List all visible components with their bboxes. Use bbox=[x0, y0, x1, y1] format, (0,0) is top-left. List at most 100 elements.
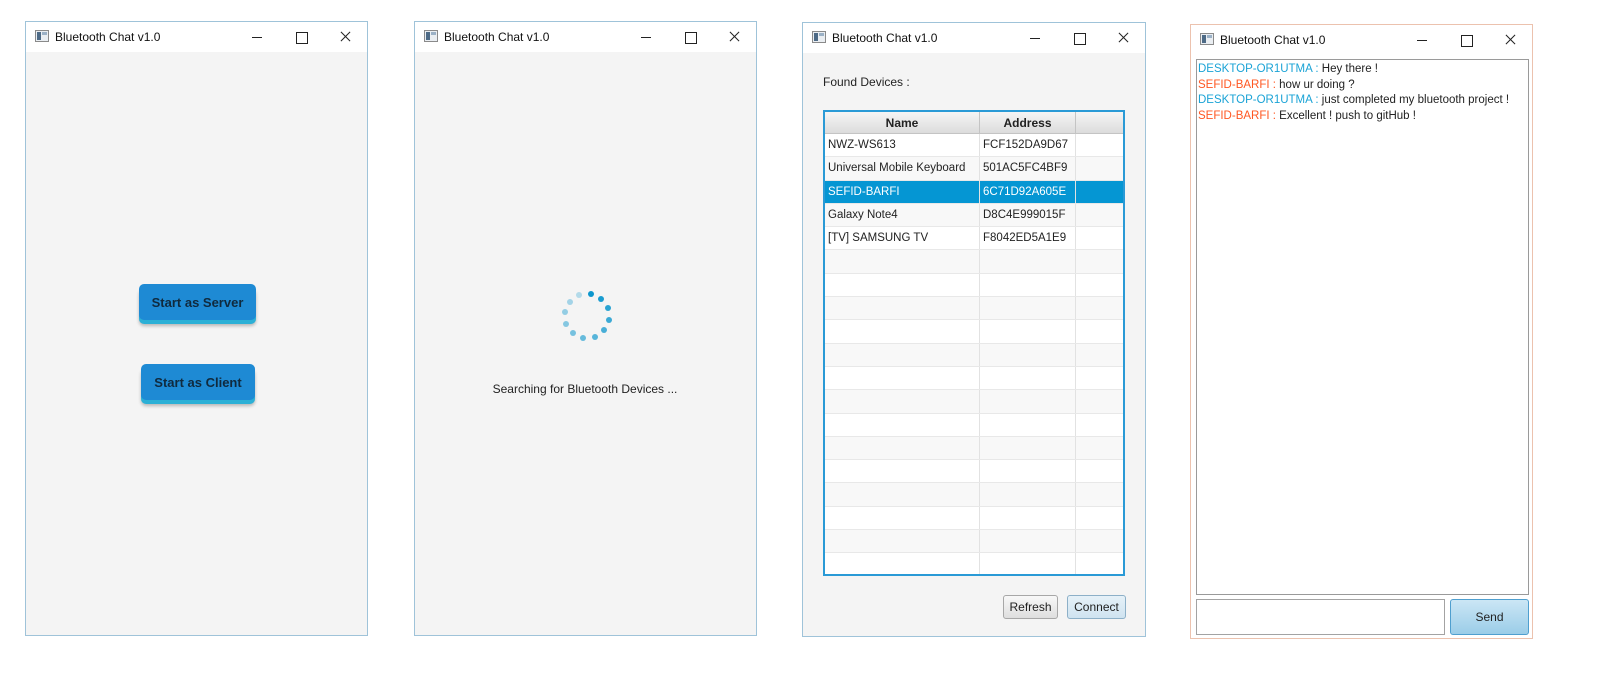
device-name-cell: SEFID-BARFI bbox=[825, 180, 980, 203]
message-input[interactable] bbox=[1196, 599, 1445, 635]
close-icon[interactable] bbox=[1101, 23, 1145, 53]
device-name-cell bbox=[825, 320, 980, 343]
filler-cell bbox=[1076, 204, 1123, 226]
device-name-cell: Galaxy Note4 bbox=[825, 203, 980, 227]
table-row[interactable] bbox=[825, 320, 1123, 344]
title-bar[interactable]: Bluetooth Chat v1.0 bbox=[415, 22, 756, 52]
filler-cell bbox=[1076, 157, 1123, 179]
app-icon bbox=[1200, 33, 1214, 45]
device-name-cell bbox=[825, 390, 980, 413]
table-row[interactable] bbox=[825, 460, 1123, 484]
table-row[interactable] bbox=[825, 506, 1123, 531]
send-button[interactable]: Send bbox=[1450, 599, 1529, 635]
table-row[interactable] bbox=[825, 553, 1123, 574]
device-address-cell bbox=[980, 250, 1076, 273]
close-icon[interactable] bbox=[323, 22, 367, 52]
device-name-cell bbox=[825, 273, 980, 297]
table-row[interactable] bbox=[825, 343, 1123, 367]
device-address-cell bbox=[980, 390, 1076, 413]
spinner-dot bbox=[569, 329, 576, 336]
chat-message: DESKTOP-OR1UTMA : just completed my blue… bbox=[1198, 93, 1527, 109]
filler-cell bbox=[1076, 553, 1123, 574]
filler-cell bbox=[1076, 250, 1123, 272]
device-address-cell bbox=[980, 530, 1076, 553]
table-row[interactable] bbox=[825, 273, 1123, 298]
minimize-icon[interactable] bbox=[235, 22, 279, 52]
title-bar[interactable]: Bluetooth Chat v1.0 bbox=[1191, 25, 1532, 55]
window-title: Bluetooth Chat v1.0 bbox=[832, 31, 938, 45]
connect-button[interactable]: Connect bbox=[1067, 595, 1126, 619]
spinner-dot bbox=[591, 333, 598, 340]
device-address-cell bbox=[980, 436, 1076, 460]
table-row[interactable]: [TV] SAMSUNG TV F8042ED5A1E9 bbox=[825, 227, 1123, 251]
device-address-cell bbox=[980, 553, 1076, 574]
searching-status-text: Searching for Bluetooth Devices ... bbox=[492, 382, 678, 396]
app-icon bbox=[35, 30, 49, 42]
start-as-server-button[interactable]: Start as Server bbox=[139, 284, 256, 320]
filler-cell bbox=[1076, 437, 1123, 459]
maximize-icon[interactable] bbox=[668, 22, 712, 52]
table-row[interactable]: SEFID-BARFI 6C71D92A605E bbox=[825, 180, 1123, 204]
table-row[interactable] bbox=[825, 436, 1123, 461]
device-name-cell bbox=[825, 553, 980, 574]
device-name-cell bbox=[825, 366, 980, 390]
devices-table[interactable]: Name Address NWZ-WS613 FCF152DA9D67 Univer… bbox=[823, 110, 1125, 576]
spinner-dot bbox=[587, 291, 594, 298]
device-name-cell bbox=[825, 413, 980, 436]
refresh-button[interactable]: Refresh bbox=[1003, 595, 1058, 619]
device-name-cell bbox=[825, 250, 980, 273]
window-searching: Bluetooth Chat v1.0 Searching for Blueto… bbox=[414, 21, 757, 636]
window-devices: Bluetooth Chat v1.0 Found Devices : Name… bbox=[802, 22, 1146, 637]
table-row[interactable] bbox=[825, 530, 1123, 554]
filler-cell bbox=[1076, 414, 1123, 436]
window-chat: Bluetooth Chat v1.0 DESKTOP-OR1UTMA : He… bbox=[1190, 24, 1533, 639]
device-address-cell: D8C4E999015F bbox=[980, 203, 1076, 227]
spinner-dot bbox=[604, 305, 611, 312]
filler-cell bbox=[1076, 483, 1123, 505]
title-bar[interactable]: Bluetooth Chat v1.0 bbox=[26, 22, 367, 52]
maximize-icon[interactable] bbox=[279, 22, 323, 52]
minimize-icon[interactable] bbox=[1400, 25, 1444, 55]
table-row[interactable]: Galaxy Note4 D8C4E999015F bbox=[825, 203, 1123, 228]
message-sender: DESKTOP-OR1UTMA : bbox=[1198, 63, 1319, 75]
table-row[interactable] bbox=[825, 413, 1123, 437]
filler-cell bbox=[1076, 460, 1123, 482]
table-row[interactable] bbox=[825, 250, 1123, 274]
minimize-icon[interactable] bbox=[624, 22, 668, 52]
table-row[interactable]: Universal Mobile Keyboard 501AC5FC4BF9 bbox=[825, 157, 1123, 181]
filler-cell bbox=[1076, 507, 1123, 529]
start-as-client-button[interactable]: Start as Client bbox=[141, 364, 255, 400]
loading-spinner-icon bbox=[555, 284, 619, 348]
message-sender: SEFID-BARFI : bbox=[1198, 78, 1276, 91]
table-row[interactable]: NWZ-WS613 FCF152DA9D67 bbox=[825, 134, 1123, 158]
spinner-dot bbox=[600, 327, 607, 334]
device-address-cell bbox=[980, 320, 1076, 343]
device-name-cell bbox=[825, 530, 980, 553]
filler-cell bbox=[1076, 367, 1123, 389]
device-address-cell bbox=[980, 366, 1076, 390]
message-text: just completed my bluetooth project ! bbox=[1318, 94, 1510, 106]
title-bar[interactable]: Bluetooth Chat v1.0 bbox=[803, 23, 1145, 53]
table-row[interactable] bbox=[825, 390, 1123, 414]
device-address-cell bbox=[980, 273, 1076, 297]
maximize-icon[interactable] bbox=[1057, 23, 1101, 53]
device-address-cell bbox=[980, 413, 1076, 436]
minimize-icon[interactable] bbox=[1013, 23, 1057, 53]
filler-cell bbox=[1076, 274, 1123, 296]
device-name-cell bbox=[825, 483, 980, 506]
table-row[interactable] bbox=[825, 483, 1123, 507]
chat-message: SEFID-BARFI : Excellent ! push to gitHub… bbox=[1198, 109, 1527, 125]
maximize-icon[interactable] bbox=[1444, 25, 1488, 55]
close-icon[interactable] bbox=[1488, 25, 1532, 55]
device-address-cell bbox=[980, 506, 1076, 530]
table-row[interactable] bbox=[825, 366, 1123, 391]
column-header-name[interactable]: Name bbox=[825, 112, 980, 133]
column-header-address[interactable]: Address bbox=[980, 112, 1076, 133]
device-name-cell: NWZ-WS613 bbox=[825, 134, 980, 157]
close-icon[interactable] bbox=[712, 22, 756, 52]
filler-cell bbox=[1076, 227, 1123, 249]
message-text: how ur doing ? bbox=[1275, 78, 1355, 91]
app-icon bbox=[812, 31, 826, 43]
table-row[interactable] bbox=[825, 297, 1123, 321]
chat-history[interactable]: DESKTOP-OR1UTMA : Hey there ! SEFID-BARFI… bbox=[1196, 59, 1529, 595]
